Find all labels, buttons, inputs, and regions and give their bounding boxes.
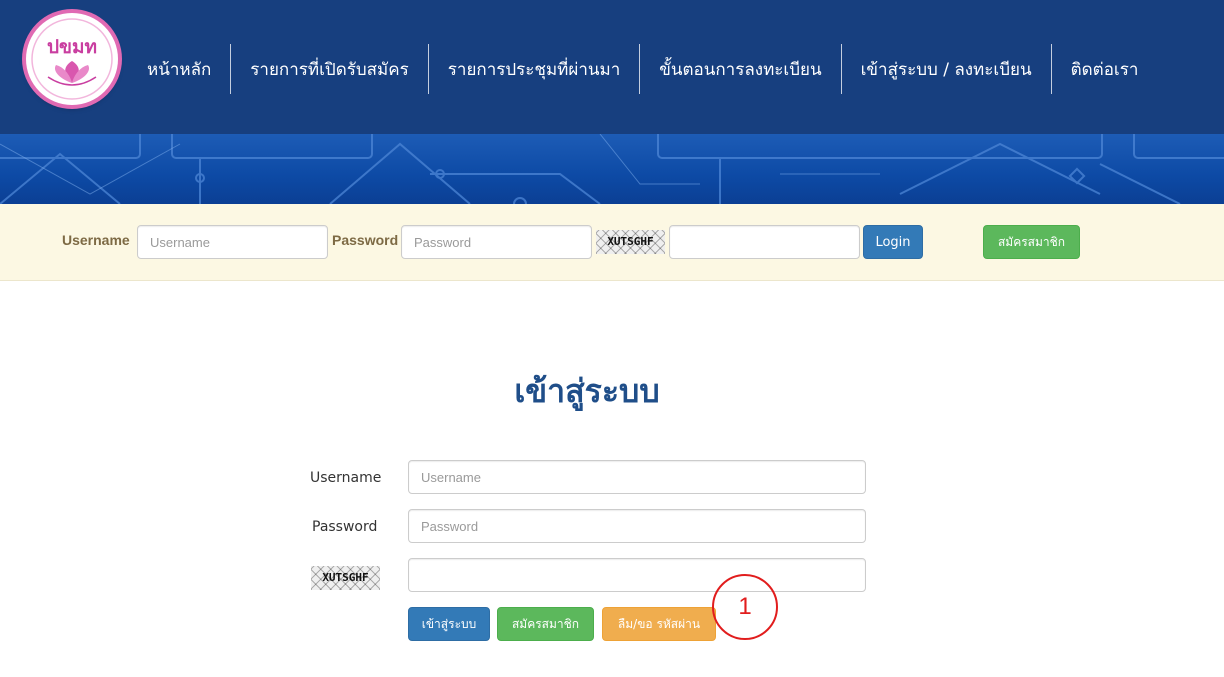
main-nav: หน้าหลัก รายการที่เปิดรับสมัคร รายการประ…: [128, 44, 1157, 94]
captcha-input[interactable]: [408, 558, 866, 592]
site-header: ปขมท หน้าหลัก รายการที่เปิดรับสมัคร รายก…: [0, 0, 1224, 204]
nav-item-contact[interactable]: ติดต่อเรา: [1052, 44, 1158, 94]
logo-text: ปขมท: [47, 36, 97, 58]
banner-circuit-graphic: [0, 134, 1224, 204]
quick-username-input[interactable]: [137, 225, 328, 259]
password-label: Password: [312, 519, 378, 535]
lotus-logo-icon: ปขมท: [31, 18, 113, 100]
site-logo[interactable]: ปขมท: [26, 13, 118, 105]
quick-register-button[interactable]: สมัครสมาชิก: [983, 225, 1080, 259]
register-button[interactable]: สมัครสมาชิก: [497, 607, 594, 641]
page-title: เข้าสู่ระบบ: [514, 372, 660, 410]
quick-captcha-image: XUTSGHF: [596, 230, 665, 254]
login-button[interactable]: เข้าสู่ระบบ: [408, 607, 490, 641]
quick-username-label: Username: [62, 232, 130, 248]
quick-login-button[interactable]: Login: [863, 225, 923, 259]
nav-item-home[interactable]: หน้าหลัก: [128, 44, 230, 94]
quick-login-bar: Username Password XUTSGHF Login สมัครสมา…: [0, 204, 1224, 281]
forgot-password-button[interactable]: ลืม/ขอ รหัสผ่าน: [602, 607, 716, 641]
username-input[interactable]: [408, 460, 866, 494]
quick-password-label: Password: [332, 232, 399, 248]
nav-item-past-meetings[interactable]: รายการประชุมที่ผ่านมา: [429, 44, 640, 94]
nav-item-login-register[interactable]: เข้าสู่ระบบ / ลงทะเบียน: [842, 44, 1051, 94]
nav-item-open-registrations[interactable]: รายการที่เปิดรับสมัคร: [231, 44, 427, 94]
captcha-image: XUTSGHF: [311, 566, 380, 590]
header-banner: [0, 134, 1224, 204]
quick-captcha-input[interactable]: [669, 225, 860, 259]
password-input[interactable]: [408, 509, 866, 543]
nav-item-registration-steps[interactable]: ขั้นตอนการลงทะเบียน: [640, 44, 840, 94]
quick-password-input[interactable]: [401, 225, 592, 259]
username-label: Username: [310, 470, 382, 486]
annotation-number: 1: [738, 593, 752, 620]
